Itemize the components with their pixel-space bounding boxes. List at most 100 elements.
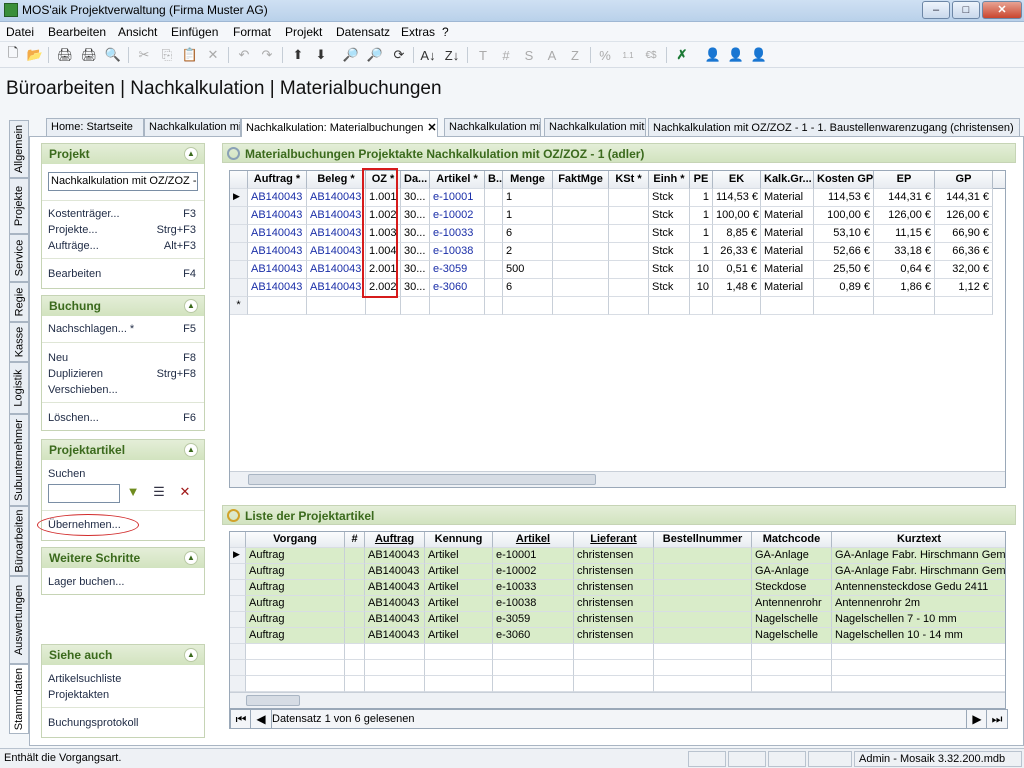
column-header[interactable]: Menge — [503, 171, 553, 189]
table-cell[interactable] — [609, 207, 649, 225]
table-cell[interactable] — [345, 612, 365, 628]
table-cell[interactable]: 126,00 € — [874, 207, 935, 225]
table-cell[interactable] — [345, 628, 365, 644]
table-cell[interactable]: Material — [761, 279, 814, 297]
table-cell[interactable]: Nagelschelle — [752, 628, 832, 644]
table-cell[interactable] — [649, 297, 690, 315]
menu-help[interactable]: ? — [442, 25, 449, 39]
loeschen-link[interactable]: Löschen... — [48, 412, 99, 424]
user-blue-icon[interactable]: 👤 — [704, 46, 722, 64]
table-cell[interactable]: 6 — [503, 225, 553, 243]
z-format-icon[interactable]: Z — [566, 46, 584, 64]
table-cell[interactable]: Antennenrohr 2m — [832, 596, 1005, 612]
table-cell[interactable]: 25,50 € — [814, 261, 874, 279]
first-record-icon[interactable]: ⏮ — [230, 709, 252, 729]
table-cell[interactable]: AB140043 — [307, 279, 366, 297]
table-cell[interactable]: 1 — [503, 207, 553, 225]
table-cell[interactable] — [654, 628, 752, 644]
column-header[interactable]: Kalk.Gr... — [761, 171, 814, 189]
column-header[interactable] — [230, 532, 246, 548]
table-cell[interactable] — [425, 676, 493, 692]
table-cell[interactable] — [401, 297, 430, 315]
horizontal-scrollbar[interactable] — [230, 471, 1005, 487]
maximize-button[interactable]: □ — [952, 1, 980, 19]
table-cell[interactable] — [345, 644, 365, 660]
table-cell[interactable] — [654, 580, 752, 596]
table-cell[interactable]: 52,66 € — [814, 243, 874, 261]
new-icon[interactable]: 🗋 — [4, 45, 22, 64]
filter-list-icon[interactable]: ☰ — [148, 484, 170, 503]
table-cell[interactable]: AB140043 — [248, 261, 307, 279]
side-tab-subunternehmer[interactable]: Subunternehmer — [9, 414, 29, 506]
table-cell[interactable]: 10 — [690, 261, 713, 279]
find-replace-icon[interactable]: 🔎 — [366, 46, 384, 64]
table-cell[interactable]: Material — [761, 189, 814, 207]
table-cell[interactable] — [485, 243, 503, 261]
row-selector[interactable] — [230, 612, 246, 628]
column-header[interactable]: Kurztext — [832, 532, 1005, 548]
table-cell[interactable]: 1 — [690, 225, 713, 243]
table-cell[interactable]: 2 — [503, 243, 553, 261]
table-cell[interactable]: Material — [761, 243, 814, 261]
table-cell[interactable]: Artikel — [425, 548, 493, 564]
row-selector[interactable] — [230, 580, 246, 596]
column-header[interactable]: Einh * — [649, 171, 690, 189]
table-cell[interactable]: AB140043 — [307, 189, 366, 207]
decimal-icon[interactable]: 1.1 — [619, 46, 637, 64]
scrollbar-thumb[interactable] — [248, 474, 596, 485]
column-header[interactable]: Matchcode — [752, 532, 832, 548]
column-header[interactable]: Kosten GP — [814, 171, 874, 189]
search-input[interactable] — [48, 484, 120, 503]
tab-close-icon[interactable]: ✕ — [427, 122, 436, 134]
projekt-field[interactable]: Nachkalkulation mit OZ/ZOZ - — [48, 172, 198, 191]
scrollbar-thumb[interactable] — [246, 695, 300, 706]
table-cell[interactable]: Stck — [649, 207, 690, 225]
row-selector[interactable] — [230, 628, 246, 644]
paste-icon[interactable]: 📋 — [181, 46, 199, 64]
table-cell[interactable]: 144,31 € — [935, 189, 993, 207]
column-header[interactable]: # — [345, 532, 365, 548]
table-cell[interactable]: AB140043 — [248, 225, 307, 243]
table-cell[interactable]: Auftrag — [246, 564, 345, 580]
table-cell[interactable]: 30... — [401, 279, 430, 297]
row-selector[interactable] — [230, 660, 246, 676]
table-cell[interactable]: 6 — [503, 279, 553, 297]
side-tab-logistik[interactable]: Logistik — [9, 362, 29, 414]
minimize-button[interactable]: – — [922, 1, 950, 19]
collapse-icon[interactable]: ▲ — [184, 648, 198, 662]
menu-datei[interactable]: Datei — [6, 25, 34, 39]
table-cell[interactable] — [832, 644, 1005, 660]
menu-bearbeiten[interactable]: Bearbeiten — [48, 25, 106, 39]
column-header[interactable]: Bestellnummer — [654, 532, 752, 548]
table-cell[interactable]: 100,00 € — [814, 207, 874, 225]
row-selector[interactable] — [230, 261, 248, 279]
menu-ansicht[interactable]: Ansicht — [118, 25, 157, 39]
menu-einfuegen[interactable]: Einfügen — [171, 25, 218, 39]
table-cell[interactable] — [654, 676, 752, 692]
row-selector[interactable] — [230, 676, 246, 692]
verschieben-link[interactable]: Verschieben... — [48, 384, 118, 396]
print-setup-icon[interactable]: 🖨 — [80, 46, 98, 64]
table-cell[interactable]: 30... — [401, 261, 430, 279]
sort-descending-icon[interactable]: Z↓ — [443, 46, 461, 64]
prev-record-icon[interactable]: ◀ — [250, 709, 272, 729]
table-cell[interactable] — [345, 596, 365, 612]
table-cell[interactable] — [345, 580, 365, 596]
table-cell[interactable] — [503, 297, 553, 315]
percent-icon[interactable]: % — [596, 46, 614, 64]
tab-nachkalkulation-3[interactable]: Nachkalkulation mit — [544, 118, 646, 136]
table-cell[interactable] — [307, 297, 366, 315]
table-cell[interactable] — [365, 676, 425, 692]
table-cell[interactable]: Antennenrohr — [752, 596, 832, 612]
column-header[interactable]: Auftrag — [365, 532, 425, 548]
table-cell[interactable]: Auftrag — [246, 628, 345, 644]
table-cell[interactable] — [690, 297, 713, 315]
table-cell[interactable]: Artikel — [425, 628, 493, 644]
table-cell[interactable] — [609, 297, 649, 315]
column-header[interactable]: Beleg * — [307, 171, 366, 189]
projektakten-link[interactable]: Projektakten — [48, 689, 109, 701]
close-button[interactable]: ✕ — [982, 1, 1022, 19]
menu-projekt[interactable]: Projekt — [285, 25, 322, 39]
sort-ascending-icon[interactable]: A↓ — [419, 46, 437, 64]
tab-nachkalkulation-2[interactable]: Nachkalkulation mit — [444, 118, 541, 136]
